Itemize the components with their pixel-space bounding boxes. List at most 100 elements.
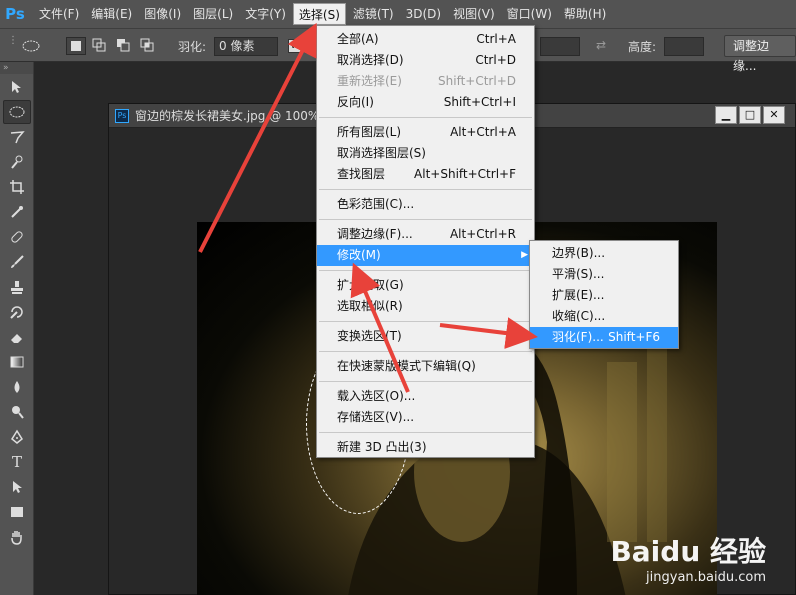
anti-alias-checkbox[interactable]: ✓ [288,39,302,53]
menu-item-save-selection[interactable]: 存储选区(V)... [317,407,534,428]
width-input[interactable] [540,37,580,56]
menu-separator [319,321,532,322]
menu-file[interactable]: 文件(F) [34,3,84,25]
toolbox-collapse-icon[interactable]: » [0,62,33,74]
gradient-tool-icon[interactable] [3,350,31,374]
menu-item-label: 调整边缘(F)... [337,227,413,241]
submenu-item-feather[interactable]: 羽化(F)... Shift+F6 [530,327,678,348]
menu-item-modify[interactable]: 修改(M) ▶ [317,245,534,266]
modify-submenu: 边界(B)... 平滑(S)... 扩展(E)... 收缩(C)... 羽化(F… [529,240,679,349]
menu-item-all-layers[interactable]: 所有图层(L) Alt+Ctrl+A [317,122,534,143]
menu-item-similar[interactable]: 选取相似(R) [317,296,534,317]
intersect-selection-icon[interactable] [138,37,158,55]
menu-separator [319,270,532,271]
menu-item-load-selection[interactable]: 载入选区(O)... [317,386,534,407]
eyedropper-tool-icon[interactable] [3,200,31,224]
menu-layer[interactable]: 图层(L) [188,3,238,25]
blur-tool-icon[interactable] [3,375,31,399]
menu-item-label: 存储选区(V)... [337,410,415,424]
dodge-tool-icon[interactable] [3,400,31,424]
ellipse-marquee-preset-icon[interactable] [20,37,42,55]
height-input[interactable] [664,37,704,56]
swap-icon[interactable]: ⇄ [596,38,606,52]
menu-select[interactable]: 选择(S) [292,3,346,25]
menu-image[interactable]: 图像(I) [139,3,186,25]
menu-item-new-3d-extrusion[interactable]: 新建 3D 凸出(3) [317,437,534,458]
menu-item-shortcut: Alt+Shift+Ctrl+F [414,167,516,181]
menu-item-reselect: 重新选择(E) Shift+Ctrl+D [317,71,534,92]
menu-item-transform-selection[interactable]: 变换选区(T) [317,326,534,347]
menu-item-deselect-layers[interactable]: 取消选择图层(S) [317,143,534,164]
elliptical-marquee-tool-icon[interactable] [3,100,31,124]
menu-item-color-range[interactable]: 色彩范围(C)... [317,194,534,215]
menu-separator [319,381,532,382]
new-selection-icon[interactable] [66,37,86,55]
submenu-item-smooth[interactable]: 平滑(S)... [530,264,678,285]
menu-view[interactable]: 视图(V) [448,3,500,25]
watermark-logo: Baidu 经验 [610,535,766,568]
submenu-item-label: 边界(B)... [552,246,606,260]
menu-item-label: 全部(A) [337,32,379,46]
menu-item-label: 查找图层 [337,167,386,181]
menu-3d[interactable]: 3D(D) [401,3,446,25]
lasso-tool-icon[interactable] [3,125,31,149]
clone-stamp-tool-icon[interactable] [3,275,31,299]
move-tool-icon[interactable] [3,75,31,99]
menu-item-label: 选取相似(R) [337,299,403,313]
menu-separator [319,189,532,190]
menu-item-grow[interactable]: 扩大选取(G) [317,275,534,296]
menu-separator [319,432,532,433]
minimize-button[interactable]: ▁ [715,106,737,124]
menu-help[interactable]: 帮助(H) [559,3,611,25]
restore-button[interactable]: □ [739,106,761,124]
refine-edge-button[interactable]: 调整边缘... [724,35,796,73]
menu-item-shortcut: Alt+Ctrl+R [449,227,516,241]
brush-tool-icon[interactable] [3,250,31,274]
crop-tool-icon[interactable] [3,175,31,199]
path-selection-tool-icon[interactable] [3,475,31,499]
eraser-tool-icon[interactable] [3,325,31,349]
menu-edit[interactable]: 编辑(E) [86,3,137,25]
history-brush-tool-icon[interactable] [3,300,31,324]
submenu-item-shortcut: Shift+F6 [608,330,660,344]
submenu-item-label: 收缩(C)... [552,309,606,323]
menu-item-inverse[interactable]: 反向(I) Shift+Ctrl+I [317,92,534,113]
menu-item-label: 取消选择(D) [337,53,404,67]
submenu-item-border[interactable]: 边界(B)... [530,243,678,264]
add-selection-icon[interactable] [90,37,110,55]
photoshop-logo: Ps [5,5,25,23]
menu-window[interactable]: 窗口(W) [502,3,557,25]
menu-item-quick-mask[interactable]: 在快速蒙版模式下编辑(Q) [317,356,534,377]
quick-selection-tool-icon[interactable] [3,150,31,174]
close-button[interactable]: ✕ [763,106,785,124]
menu-item-shortcut: Alt+Ctrl+A [450,125,516,139]
ps-document-icon: Ps [115,108,129,123]
menu-item-select-all[interactable]: 全部(A) Ctrl+A [317,29,534,50]
menu-item-label: 变换选区(T) [337,329,402,343]
menu-item-label: 在快速蒙版模式下编辑(Q) [337,359,476,373]
submenu-item-contract[interactable]: 收缩(C)... [530,306,678,327]
hand-tool-icon[interactable] [3,525,31,549]
submenu-item-expand[interactable]: 扩展(E)... [530,285,678,306]
watermark: Baidu 经验 jingyan.baidu.com [610,530,766,585]
menu-separator [319,351,532,352]
subtract-selection-icon[interactable] [114,37,134,55]
menu-item-label: 反向(I) [337,95,374,109]
menu-item-label: 取消选择图层(S) [337,146,426,160]
pen-tool-icon[interactable] [3,425,31,449]
menu-item-label: 修改(M) [337,248,381,262]
menu-separator [319,117,532,118]
options-grip: ⋮ [8,35,18,46]
feather-input[interactable]: 0 像素 [214,37,278,56]
menu-item-find-layers[interactable]: 查找图层 Alt+Shift+Ctrl+F [317,164,534,185]
rectangle-tool-icon[interactable] [3,500,31,524]
menu-filter[interactable]: 滤镜(T) [348,3,399,25]
menu-item-label: 新建 3D 凸出(3) [337,440,427,454]
type-tool-icon[interactable]: T [3,450,31,474]
menu-type[interactable]: 文字(Y) [240,3,291,25]
menu-item-deselect[interactable]: 取消选择(D) Ctrl+D [317,50,534,71]
healing-brush-tool-icon[interactable] [3,225,31,249]
menu-item-refine-edge[interactable]: 调整边缘(F)... Alt+Ctrl+R [317,224,534,245]
height-label: 高度: [628,40,657,54]
menu-item-shortcut: Shift+Ctrl+I [443,95,516,109]
